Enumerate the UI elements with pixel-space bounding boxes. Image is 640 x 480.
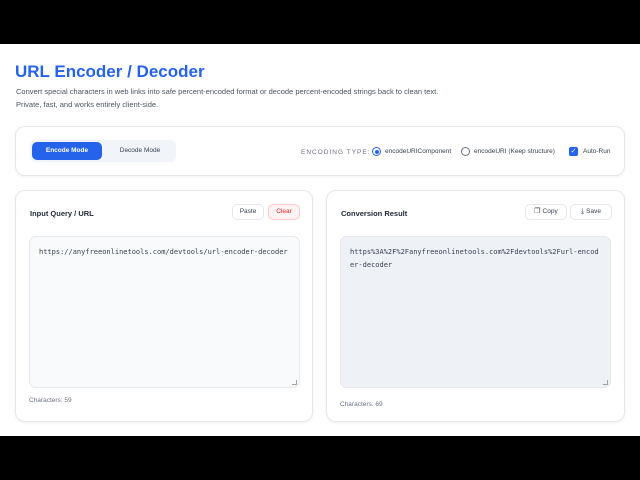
input-textarea[interactable]: https://anyfreeonlinetools.com/devtools/… — [29, 236, 300, 388]
encoding-type-label: ENCODING TYPE: — [301, 149, 371, 156]
decode-mode-button[interactable]: Decode Mode — [106, 142, 174, 160]
resize-handle-icon[interactable] — [603, 380, 608, 385]
input-char-count: Characters: 59 — [29, 397, 72, 404]
encodeuri-radio[interactable] — [461, 147, 470, 156]
clear-button[interactable]: Clear — [268, 204, 300, 220]
options-toolbar: Encode Mode Decode Mode ENCODING TYPE: e… — [15, 126, 625, 176]
paste-button[interactable]: Paste — [232, 204, 264, 220]
page-title: URL Encoder / Decoder — [15, 62, 205, 81]
input-panel-title: Input Query / URL — [30, 209, 94, 218]
encodeuricomponent-radio[interactable] — [372, 147, 381, 156]
app-page: URL Encoder / Decoder Convert special ch… — [0, 44, 640, 436]
encode-mode-button[interactable]: Encode Mode — [32, 142, 102, 160]
resize-handle-icon[interactable] — [292, 380, 297, 385]
output-char-count: Characters: 69 — [340, 401, 383, 408]
input-text: https://anyfreeonlinetools.com/devtools/… — [39, 248, 288, 256]
encodeuri-label[interactable]: encodeURI (Keep structure) — [474, 148, 555, 155]
output-textarea[interactable]: https%3A%2F%2Fanyfreeonlinetools.com%2Fd… — [340, 236, 611, 388]
output-panel-title: Conversion Result — [341, 209, 408, 218]
output-text: https%3A%2F%2Fanyfreeonlinetools.com%2Fd… — [350, 248, 599, 269]
check-icon: ✓ — [570, 148, 577, 155]
page-subtitle: Convert special characters in web links … — [16, 87, 439, 109]
mode-toggle: Encode Mode Decode Mode — [30, 140, 176, 162]
output-panel: Conversion Result ❐ Copy ⤓ Save https%3A%2… — [326, 190, 625, 422]
encodeuricomponent-label[interactable]: encodeURIComponent — [385, 148, 451, 155]
copy-button[interactable]: ❐ Copy — [525, 204, 567, 220]
save-label: Save — [586, 208, 601, 215]
save-button[interactable]: ⤓ Save — [570, 204, 612, 220]
copy-icon: ❐ — [534, 208, 541, 215]
input-panel: Input Query / URL Paste Clear https://an… — [15, 190, 313, 422]
auto-run-label[interactable]: Auto-Run — [583, 148, 610, 155]
auto-run-checkbox[interactable]: ✓ — [569, 147, 578, 156]
download-icon: ⤓ — [581, 208, 585, 215]
copy-label: Copy — [542, 208, 558, 215]
